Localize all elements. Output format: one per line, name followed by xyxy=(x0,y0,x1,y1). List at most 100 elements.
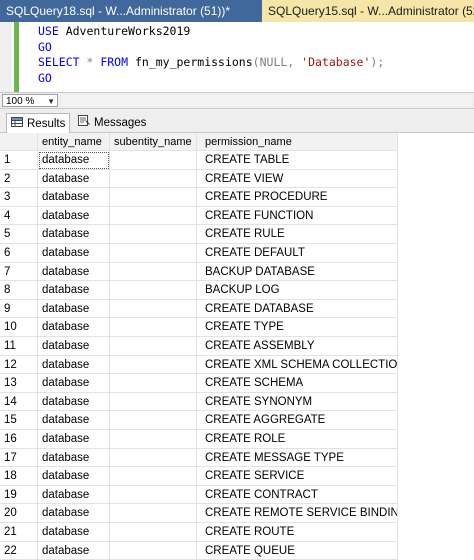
subentity-name-cell[interactable] xyxy=(110,169,197,189)
permission-name-cell[interactable]: CREATE PROCEDURE xyxy=(197,188,398,207)
table-row[interactable]: 10 database CREATE TYPE xyxy=(0,318,398,337)
row-number-cell[interactable]: 13 xyxy=(0,374,38,393)
subentity-name-cell[interactable] xyxy=(110,448,197,468)
row-number-cell[interactable]: 15 xyxy=(0,411,38,430)
subentity-name-cell[interactable] xyxy=(110,392,197,412)
permission-name-cell[interactable]: CREATE CONTRACT xyxy=(197,485,398,505)
subentity-name-cell[interactable] xyxy=(110,374,197,393)
permission-name-cell[interactable]: CREATE SCHEMA xyxy=(197,374,398,393)
zoom-dropdown[interactable]: 100 % ▼ xyxy=(2,94,58,107)
entity-name-cell[interactable]: database xyxy=(38,206,110,226)
table-row[interactable]: 8 database BACKUP LOG xyxy=(0,281,398,300)
entity-name-cell[interactable]: database xyxy=(38,299,110,319)
subentity-name-cell[interactable] xyxy=(110,523,197,542)
entity-name-cell[interactable]: database xyxy=(38,467,110,486)
permission-name-cell[interactable]: CREATE MESSAGE TYPE xyxy=(197,448,398,468)
row-number-cell[interactable]: 1 xyxy=(0,151,38,170)
permission-name-cell[interactable]: CREATE FUNCTION xyxy=(197,206,398,226)
row-number-cell[interactable]: 21 xyxy=(0,523,38,542)
table-row[interactable]: 21 database CREATE ROUTE xyxy=(0,523,398,542)
entity-name-cell[interactable]: database xyxy=(38,262,110,282)
column-header-permission-name[interactable]: permission_name xyxy=(197,133,398,151)
entity-name-cell[interactable]: database xyxy=(38,411,110,430)
subentity-name-cell[interactable] xyxy=(110,188,197,207)
table-row[interactable]: 11 database CREATE ASSEMBLY xyxy=(0,337,398,356)
entity-name-cell[interactable]: database xyxy=(38,188,110,207)
row-number-cell[interactable]: 10 xyxy=(0,318,38,337)
permission-name-cell[interactable]: BACKUP DATABASE xyxy=(197,262,398,282)
subentity-name-cell[interactable] xyxy=(110,206,197,226)
row-number-cell[interactable]: 4 xyxy=(0,206,38,226)
entity-name-cell[interactable]: database xyxy=(38,244,110,263)
table-row[interactable]: 5 database CREATE RULE xyxy=(0,225,398,244)
entity-name-cell[interactable]: database xyxy=(38,430,110,449)
subentity-name-cell[interactable] xyxy=(110,262,197,282)
row-number-cell[interactable]: 6 xyxy=(0,244,38,263)
permission-name-cell[interactable]: CREATE DATABASE xyxy=(197,299,398,319)
row-number-cell[interactable]: 14 xyxy=(0,392,38,412)
query-editor[interactable]: USE AdventureWorks2019 GO SELECT * FROM … xyxy=(0,22,474,92)
entity-name-cell[interactable]: database xyxy=(38,281,110,300)
entity-name-cell[interactable]: database xyxy=(38,318,110,337)
entity-name-cell[interactable]: database xyxy=(38,523,110,542)
subentity-name-cell[interactable] xyxy=(110,337,197,356)
table-row[interactable]: 2 database CREATE VIEW xyxy=(0,169,398,189)
table-row[interactable]: 6 database CREATE DEFAULT xyxy=(0,244,398,263)
permission-name-cell[interactable]: CREATE VIEW xyxy=(197,169,398,189)
subentity-name-cell[interactable] xyxy=(110,430,197,449)
entity-name-cell[interactable]: database xyxy=(38,504,110,523)
table-row[interactable]: 18 database CREATE SERVICE xyxy=(0,467,398,486)
entity-name-cell[interactable]: database xyxy=(38,485,110,505)
table-row[interactable]: 4 database CREATE FUNCTION xyxy=(0,206,398,226)
entity-name-cell[interactable]: database xyxy=(38,225,110,244)
subentity-name-cell[interactable] xyxy=(110,244,197,263)
permission-name-cell[interactable]: CREATE ASSEMBLY xyxy=(197,337,398,356)
permission-name-cell[interactable]: CREATE ROUTE xyxy=(197,523,398,542)
tab-messages[interactable]: Messages xyxy=(74,113,150,133)
table-row[interactable]: 1 database CREATE TABLE xyxy=(0,151,398,170)
entity-name-cell[interactable]: database xyxy=(38,541,110,560)
subentity-name-cell[interactable] xyxy=(110,541,197,560)
subentity-name-cell[interactable] xyxy=(110,467,197,486)
permission-name-cell[interactable]: CREATE SYNONYM xyxy=(197,392,398,412)
entity-name-cell[interactable]: database xyxy=(38,169,110,189)
horizontal-scrollbar[interactable] xyxy=(62,95,472,106)
row-number-cell[interactable]: 19 xyxy=(0,485,38,505)
tab-results[interactable]: Results xyxy=(6,113,70,133)
table-row[interactable]: 17 database CREATE MESSAGE TYPE xyxy=(0,448,398,468)
table-row[interactable]: 3 database CREATE PROCEDURE xyxy=(0,188,398,207)
table-row[interactable]: 19 database CREATE CONTRACT xyxy=(0,485,398,505)
entity-name-cell[interactable]: database xyxy=(38,355,110,375)
tab-sqlquery18[interactable]: SQLQuery18.sql - W...Administrator (51))… xyxy=(0,0,262,22)
table-row[interactable]: 7 database BACKUP DATABASE xyxy=(0,262,398,282)
permission-name-cell[interactable]: CREATE ROLE xyxy=(197,430,398,449)
row-number-cell[interactable]: 5 xyxy=(0,225,38,244)
permission-name-cell[interactable]: CREATE TABLE xyxy=(197,151,398,170)
permission-name-cell[interactable]: CREATE SERVICE xyxy=(197,467,398,486)
column-header-subentity-name[interactable]: subentity_name xyxy=(110,133,197,151)
table-row[interactable]: 15 database CREATE AGGREGATE xyxy=(0,411,398,430)
permission-name-cell[interactable]: BACKUP LOG xyxy=(197,281,398,300)
row-number-cell[interactable]: 8 xyxy=(0,281,38,300)
table-row[interactable]: 14 database CREATE SYNONYM xyxy=(0,392,398,412)
row-number-cell[interactable]: 11 xyxy=(0,337,38,356)
table-row[interactable]: 16 database CREATE ROLE xyxy=(0,430,398,449)
subentity-name-cell[interactable] xyxy=(110,225,197,244)
row-number-cell[interactable]: 9 xyxy=(0,299,38,319)
subentity-name-cell[interactable] xyxy=(110,281,197,300)
subentity-name-cell[interactable] xyxy=(110,151,197,170)
subentity-name-cell[interactable] xyxy=(110,485,197,505)
permission-name-cell[interactable]: CREATE RULE xyxy=(197,225,398,244)
table-row[interactable]: 20 database CREATE REMOTE SERVICE BINDING xyxy=(0,504,398,523)
tab-sqlquery15[interactable]: SQLQuery15.sql - W...Administrator (52)) xyxy=(262,0,474,22)
permission-name-cell[interactable]: CREATE AGGREGATE xyxy=(197,411,398,430)
table-row[interactable]: 22 database CREATE QUEUE xyxy=(0,541,398,560)
entity-name-cell[interactable]: database xyxy=(38,392,110,412)
results-grid[interactable]: entity_name subentity_name permission_na… xyxy=(0,133,474,560)
row-number-cell[interactable]: 18 xyxy=(0,467,38,486)
permission-name-cell[interactable]: CREATE QUEUE xyxy=(197,541,398,560)
entity-name-cell[interactable]: database xyxy=(38,374,110,393)
row-number-cell[interactable]: 3 xyxy=(0,188,38,207)
row-number-cell[interactable]: 16 xyxy=(0,430,38,449)
row-number-cell[interactable]: 12 xyxy=(0,355,38,375)
